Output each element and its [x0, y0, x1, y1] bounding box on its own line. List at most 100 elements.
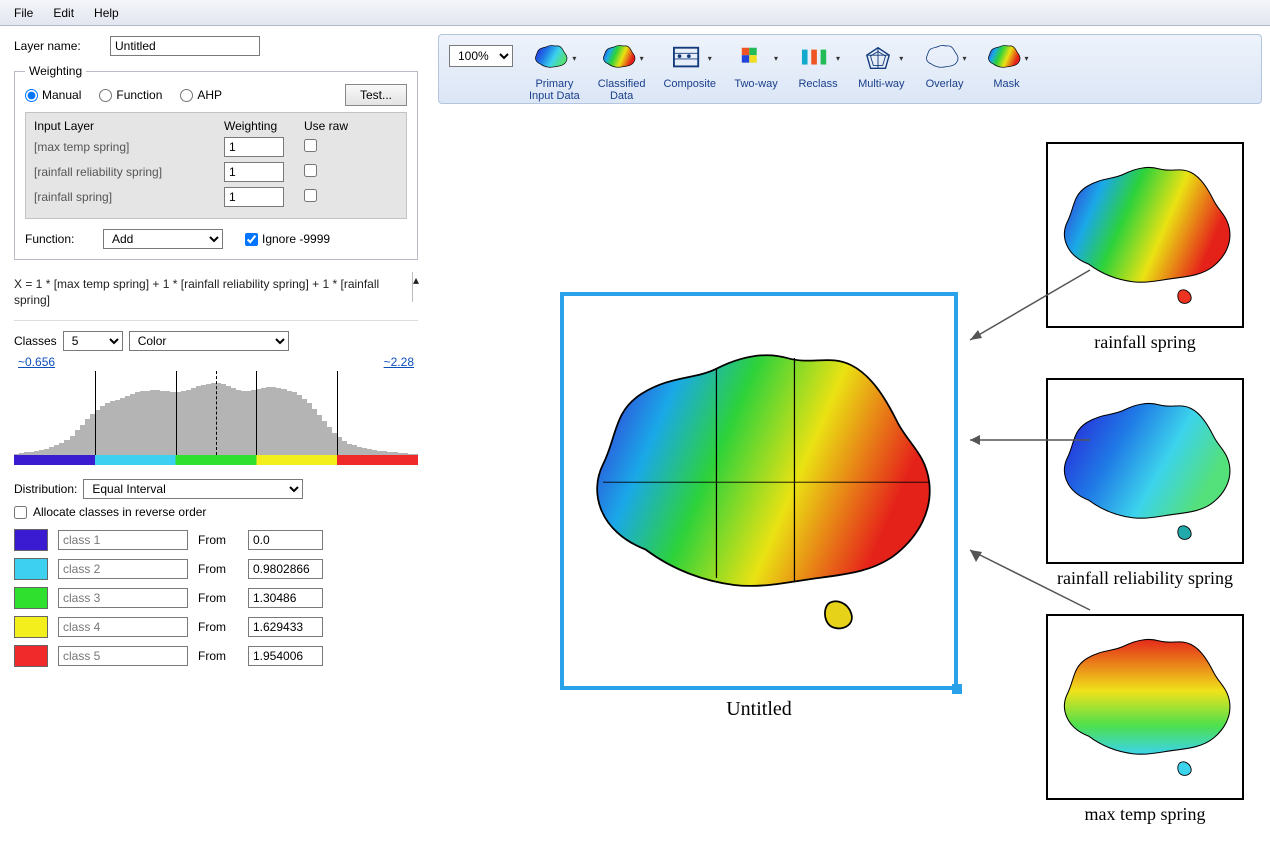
- color-scheme-select[interactable]: Color: [129, 331, 289, 351]
- weight-input[interactable]: [224, 162, 284, 182]
- resize-handle-icon[interactable]: [952, 684, 962, 694]
- toolbar-caption: ClassifiedData: [598, 78, 646, 102]
- layer-name-input[interactable]: [110, 36, 260, 56]
- menu-edit[interactable]: Edit: [45, 3, 82, 23]
- class-from-input[interactable]: [248, 588, 323, 608]
- toolbar-icon: [985, 44, 1023, 72]
- toolbar-reclass[interactable]: ▾ Reclass: [796, 41, 840, 90]
- zoom-select[interactable]: 100%: [449, 45, 513, 67]
- toolbar-caption: Reclass: [798, 78, 837, 90]
- classes-label: Classes: [14, 334, 57, 348]
- layer-name-cell: [rainfall reliability spring]: [34, 165, 224, 179]
- menu-help[interactable]: Help: [86, 3, 127, 23]
- main-map-label: Untitled: [560, 698, 958, 721]
- classes-count-select[interactable]: 5: [63, 331, 123, 351]
- toolbar-caption: Mask: [993, 78, 1019, 90]
- from-label: From: [198, 620, 238, 634]
- dropdown-arrow-icon: ▾: [774, 54, 778, 63]
- class-name-input[interactable]: [58, 530, 188, 550]
- toolbar-overlay[interactable]: ▾Overlay: [923, 41, 967, 90]
- toolbar-icon: [923, 44, 961, 72]
- main-map-frame[interactable]: [560, 292, 958, 690]
- toolbar-icon: [532, 44, 570, 72]
- from-label: From: [198, 533, 238, 547]
- toolbar-mask[interactable]: ▾Mask: [985, 41, 1029, 90]
- use-raw-checkbox[interactable]: [304, 139, 317, 152]
- class-row: From: [14, 645, 418, 667]
- arrow-icon: [960, 480, 1070, 482]
- class-color-swatch[interactable]: [14, 558, 48, 580]
- layer-name-cell: [rainfall spring]: [34, 190, 224, 204]
- hdr-weighting: Weighting: [224, 119, 304, 133]
- dropdown-arrow-icon: ▾: [640, 54, 644, 63]
- toolbar-icon: [600, 44, 638, 72]
- toolbar-caption: Two-way: [734, 78, 777, 90]
- reverse-order-checkbox[interactable]: Allocate classes in reverse order: [14, 505, 418, 519]
- formula-text: X = 1 * [max temp spring] + 1 * [rainfal…: [14, 270, 418, 321]
- class-name-input[interactable]: [58, 559, 188, 579]
- class-from-input[interactable]: [248, 559, 323, 579]
- arrow-icon: [960, 610, 1070, 612]
- scroll-arrow-icon[interactable]: ▴: [412, 272, 422, 302]
- distribution-select[interactable]: Equal Interval: [83, 479, 303, 499]
- colorbar: [14, 455, 418, 465]
- class-row: From: [14, 587, 418, 609]
- distribution-label: Distribution:: [14, 482, 77, 496]
- left-panel: Layer name: Weighting Manual Function AH…: [0, 26, 430, 842]
- radio-function[interactable]: Function: [99, 88, 162, 102]
- class-row: From: [14, 529, 418, 551]
- toolbar-composite[interactable]: ▾ Composite: [663, 41, 716, 90]
- toolbar-icon: [668, 44, 706, 72]
- layer-row: [rainfall reliability spring]: [34, 162, 398, 182]
- right-panel: 100% ▾PrimaryInput Data▾ClassifiedData▾C…: [430, 26, 1270, 842]
- use-raw-checkbox[interactable]: [304, 164, 317, 177]
- radio-ahp[interactable]: AHP: [180, 88, 222, 102]
- toolbar-icon: [734, 44, 772, 72]
- use-raw-checkbox[interactable]: [304, 189, 317, 202]
- hdr-use-raw: Use raw: [304, 119, 374, 133]
- dropdown-arrow-icon: ▾: [708, 54, 712, 63]
- classes-list: From From From From From: [14, 529, 418, 667]
- class-name-input[interactable]: [58, 617, 188, 637]
- map-canvas[interactable]: Untitled rainfall spring rainfall reliab…: [430, 110, 1270, 842]
- input-layer-table: Input Layer Weighting Use raw [max temp …: [25, 112, 407, 219]
- class-name-input[interactable]: [58, 588, 188, 608]
- weight-input[interactable]: [224, 187, 284, 207]
- class-color-swatch[interactable]: [14, 529, 48, 551]
- function-select[interactable]: Add: [103, 229, 223, 249]
- class-from-input[interactable]: [248, 646, 323, 666]
- layer-row: [max temp spring]: [34, 137, 398, 157]
- weighting-legend: Weighting: [25, 64, 86, 78]
- menu-file[interactable]: File: [6, 3, 41, 23]
- class-color-swatch[interactable]: [14, 616, 48, 638]
- toolbar-multi-way[interactable]: ▾Multi-way: [858, 41, 904, 90]
- class-color-swatch[interactable]: [14, 587, 48, 609]
- toolbar-icon: [859, 44, 897, 72]
- toolbar-caption: Overlay: [926, 78, 964, 90]
- function-label: Function:: [25, 232, 95, 246]
- toolbar-primary[interactable]: ▾PrimaryInput Data: [529, 41, 580, 102]
- toolbar-caption: PrimaryInput Data: [529, 78, 580, 102]
- weighting-group: Weighting Manual Function AHP Test... In…: [14, 64, 418, 260]
- test-button[interactable]: Test...: [345, 84, 407, 106]
- histogram[interactable]: [14, 371, 418, 475]
- australia-map-icon: [564, 296, 954, 686]
- dropdown-arrow-icon: ▾: [836, 54, 840, 63]
- class-color-swatch[interactable]: [14, 645, 48, 667]
- arrow-icon: [960, 340, 1070, 342]
- layer-name-cell: [max temp spring]: [34, 140, 224, 154]
- from-label: From: [198, 591, 238, 605]
- class-row: From: [14, 616, 418, 638]
- toolbar-classified[interactable]: ▾ ClassifiedData: [598, 41, 646, 102]
- class-row: From: [14, 558, 418, 580]
- weight-input[interactable]: [224, 137, 284, 157]
- australia-map-icon: [1048, 144, 1242, 326]
- radio-manual[interactable]: Manual: [25, 88, 81, 102]
- class-from-input[interactable]: [248, 530, 323, 550]
- dropdown-arrow-icon: ▾: [899, 54, 903, 63]
- class-from-input[interactable]: [248, 617, 323, 637]
- class-name-input[interactable]: [58, 646, 188, 666]
- ignore-checkbox[interactable]: Ignore -9999: [245, 232, 330, 246]
- toolbar-caption: Composite: [663, 78, 716, 90]
- toolbar-two-way[interactable]: ▾ Two-way: [734, 41, 778, 90]
